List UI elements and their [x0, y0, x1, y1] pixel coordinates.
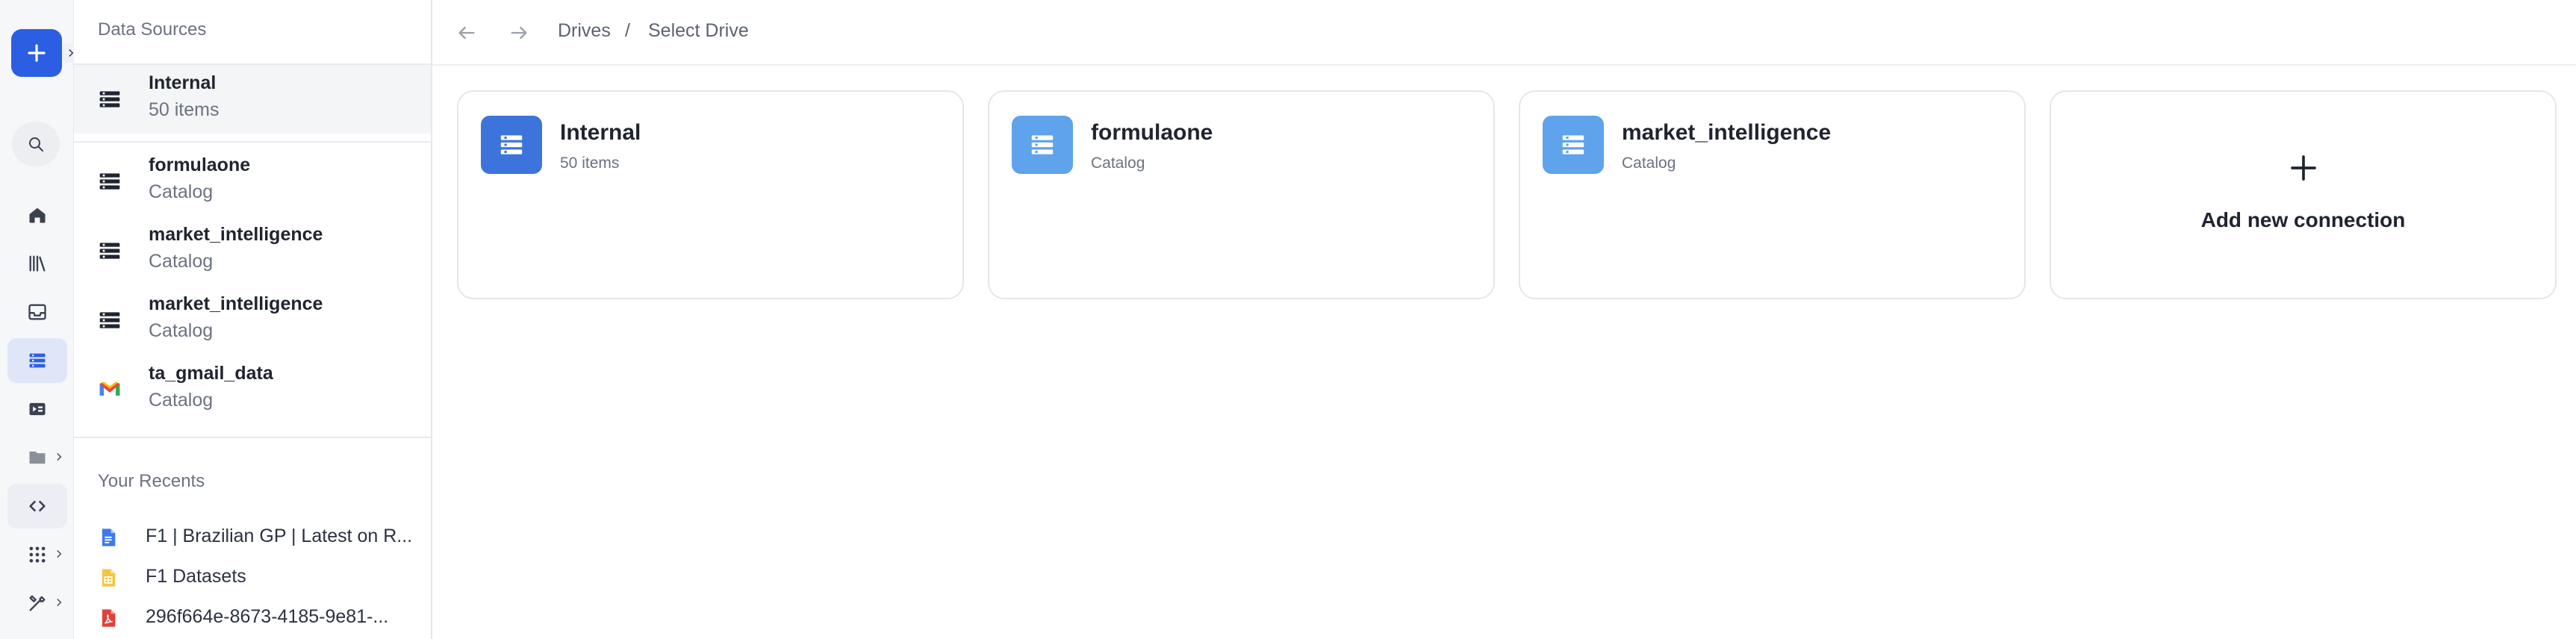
library-icon: [29, 255, 46, 272]
data-source-item[interactable]: formulaone Catalog: [74, 147, 431, 216]
arrow-left-icon: [458, 26, 475, 40]
nav-inbox[interactable]: [7, 290, 67, 334]
tools-icon: [29, 595, 46, 611]
table-list-icon: [29, 353, 46, 368]
new-button[interactable]: [11, 29, 62, 77]
gmail-icon: [99, 381, 120, 396]
data-source-item[interactable]: market_intelligence Catalog: [74, 286, 431, 355]
drive-icon-tile: [1012, 116, 1073, 174]
plus-icon-wrap: [2051, 153, 2555, 187]
media-icon: [29, 402, 46, 416]
recent-label: F1 Datasets: [146, 566, 246, 587]
table-list-icon: [99, 243, 120, 259]
data-source-item[interactable]: Internal 50 items: [74, 65, 431, 134]
breadcrumb-select-drive: Select Drive: [648, 20, 749, 41]
spreadsheet-icon: [102, 569, 116, 587]
plus-icon: [2290, 155, 2316, 181]
data-source-subtitle: 50 items: [149, 99, 220, 120]
breadcrumb-drives[interactable]: Drives: [558, 20, 611, 42]
recent-item[interactable]: F1 | Brazilian GP | Latest on R...: [74, 518, 431, 555]
chevron-right-icon: [57, 550, 62, 558]
add-connection-card[interactable]: Add new connection: [2050, 90, 2557, 299]
grid-icon: [29, 546, 46, 563]
code-icon: [29, 500, 46, 512]
table-list-icon: [1031, 135, 1054, 155]
drive-name: market_intelligence: [1622, 120, 1832, 145]
back-button[interactable]: [452, 18, 482, 48]
data-source-item[interactable]: ta_gmail_data Catalog: [74, 355, 431, 424]
nav-data-sources[interactable]: [7, 338, 67, 383]
recent-label: 296f664e-8673-4185-9e81-...: [146, 606, 389, 627]
drive-subtitle: Catalog: [1091, 155, 1145, 172]
drive-icon-tile: [481, 116, 542, 174]
data-source-subtitle: Catalog: [149, 251, 214, 272]
drive-name: Internal: [560, 120, 641, 145]
data-source-subtitle: Catalog: [149, 320, 214, 341]
nav-home[interactable]: [7, 193, 67, 237]
nav-apps[interactable]: [7, 532, 67, 577]
data-source-name: Internal: [149, 72, 217, 93]
document-icon: [102, 529, 116, 546]
data-sources-panel: Data Sources Internal 50 items formulaon…: [74, 0, 432, 639]
nav-files[interactable]: [7, 435, 67, 480]
icon-rail: [0, 0, 80, 639]
forward-button[interactable]: [504, 18, 534, 48]
inbox-icon: [28, 304, 46, 320]
table-list-icon: [500, 135, 523, 155]
chevron-right-icon: [57, 453, 62, 461]
data-source-name: market_intelligence: [149, 293, 323, 314]
table-list-icon: [99, 173, 120, 190]
data-source-name: market_intelligence: [149, 224, 323, 245]
drive-card[interactable]: formulaone Catalog: [988, 90, 1495, 299]
top-bar: Drives / Select Drive: [432, 0, 2576, 66]
nav-code[interactable]: [7, 484, 67, 529]
data-source-subtitle: Catalog: [149, 390, 214, 411]
folder-icon: [29, 451, 46, 464]
recent-item[interactable]: F1 Datasets: [74, 558, 431, 596]
drive-card[interactable]: market_intelligence Catalog: [1519, 90, 2026, 299]
recents-title: Your Recents: [98, 471, 205, 491]
search-button[interactable]: [12, 122, 60, 166]
arrow-right-icon: [511, 26, 527, 40]
recent-item[interactable]: 296f664e-8673-4185-9e81-...: [74, 599, 431, 636]
nav-media[interactable]: [7, 387, 67, 431]
nav-library[interactable]: [7, 241, 67, 286]
divider: [74, 141, 431, 143]
drive-card[interactable]: Internal 50 items: [457, 90, 964, 299]
divider: [74, 437, 431, 438]
table-list-icon: [99, 312, 120, 328]
data-source-item[interactable]: market_intelligence Catalog: [74, 216, 431, 285]
table-list-icon: [1562, 135, 1584, 155]
panel-title: Data Sources: [98, 19, 207, 40]
home-icon: [29, 208, 46, 223]
drive-name: formulaone: [1091, 120, 1213, 145]
drive-subtitle: 50 items: [560, 155, 620, 172]
search-icon: [29, 137, 43, 152]
data-source-name: formulaone: [149, 155, 251, 175]
nav-tools[interactable]: [7, 581, 67, 626]
breadcrumb-separator: /: [625, 20, 630, 41]
data-source-name: ta_gmail_data: [149, 363, 273, 384]
drive-subtitle: Catalog: [1622, 155, 1676, 172]
drive-icon-tile: [1543, 116, 1604, 174]
chevron-right-icon: [57, 599, 62, 606]
data-source-subtitle: Catalog: [149, 181, 214, 202]
plus-icon: [28, 44, 46, 62]
pdf-icon: [102, 609, 116, 627]
table-list-icon: [99, 91, 120, 107]
recent-label: F1 | Brazilian GP | Latest on R...: [146, 526, 413, 546]
add-connection-label: Add new connection: [2200, 208, 2406, 231]
